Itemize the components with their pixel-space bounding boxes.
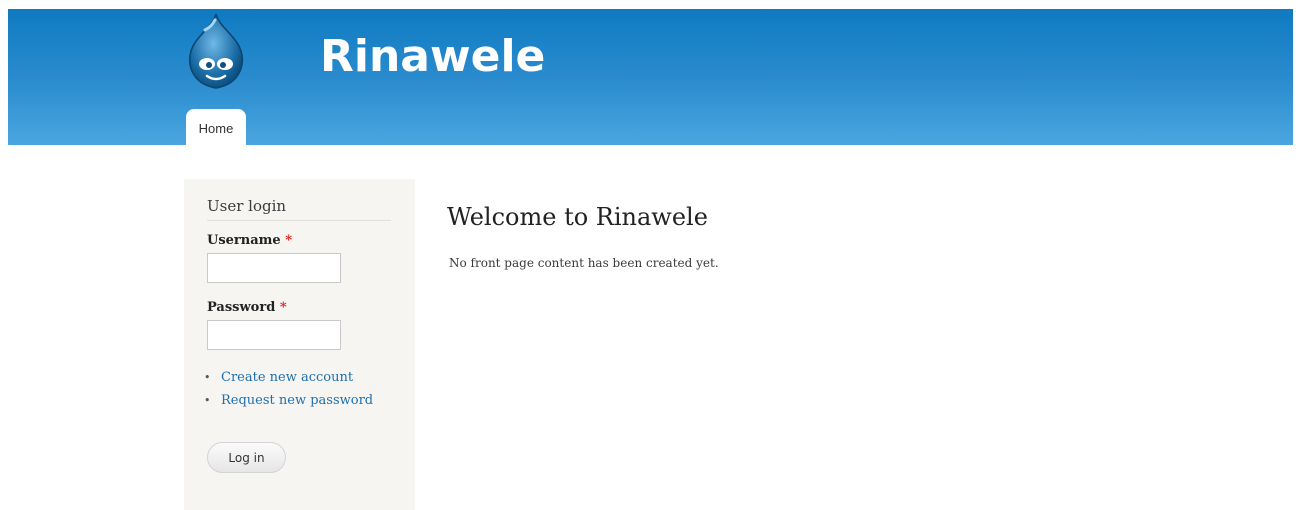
title-divider — [207, 220, 391, 221]
create-account-link[interactable]: Create new account — [221, 370, 353, 385]
username-label-text: Username — [207, 233, 281, 248]
list-item: • Request new password — [204, 392, 373, 415]
front-page-message: No front page content has been created y… — [449, 256, 719, 270]
bullet-icon: • — [204, 371, 211, 384]
bullet-icon: • — [204, 394, 211, 407]
user-login-block: User login Username * Password * • Creat… — [184, 179, 415, 510]
tab-home[interactable]: Home — [186, 109, 246, 145]
request-password-link[interactable]: Request new password — [221, 393, 373, 408]
password-input[interactable] — [207, 320, 341, 350]
username-input[interactable] — [207, 253, 341, 283]
password-label-text: Password — [207, 300, 276, 315]
site-header: Rinawele Home — [8, 9, 1293, 145]
password-label: Password * — [207, 300, 287, 315]
block-title: User login — [207, 197, 287, 215]
page: Rinawele Home User login Username * Pass… — [0, 0, 1298, 510]
site-name[interactable]: Rinawele — [320, 35, 545, 79]
drupal-logo-icon[interactable] — [183, 12, 249, 92]
page-title: Welcome to Rinawele — [447, 203, 708, 231]
login-button[interactable]: Log in — [207, 442, 286, 473]
required-marker: * — [285, 233, 293, 248]
required-marker: * — [279, 300, 287, 315]
login-links-list: • Create new account • Request new passw… — [204, 369, 373, 415]
username-label: Username * — [207, 233, 292, 248]
list-item: • Create new account — [204, 369, 373, 392]
